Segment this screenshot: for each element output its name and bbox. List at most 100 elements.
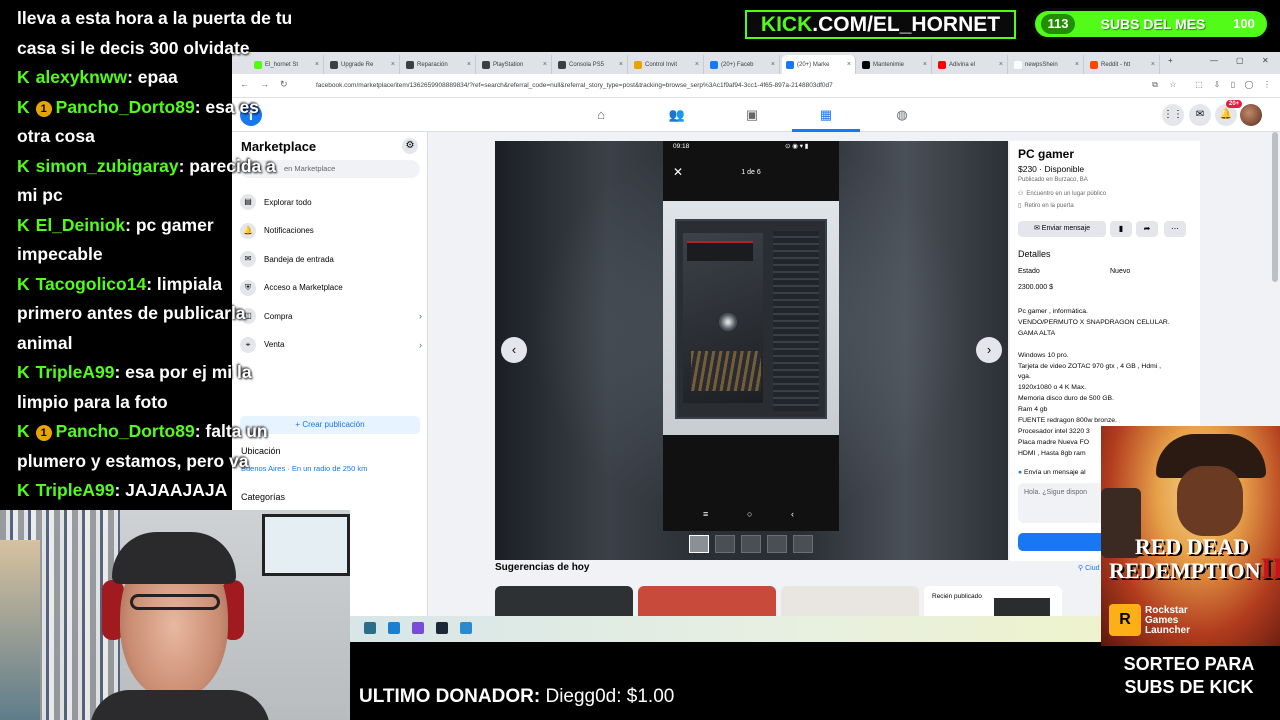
groups-icon[interactable]: ◍: [892, 105, 912, 125]
subs-label: SUBS DEL MES: [1100, 16, 1206, 32]
active-nav-indicator: [792, 129, 860, 132]
video-icon[interactable]: ▣: [742, 105, 762, 125]
tab-close-icon[interactable]: ×: [467, 61, 471, 68]
subs-goal-bar: 113 SUBS DEL MES 100: [1032, 8, 1270, 40]
extensions-icon[interactable]: ⬚: [1194, 80, 1204, 90]
stream-screen: El_hornet St × Upgrade Re × Reparación × PlayS…: [0, 0, 1280, 720]
suggestion-card[interactable]: [638, 586, 776, 616]
browser-tab[interactable]: Reddit - htt ×: [1086, 55, 1160, 74]
next-photo-button[interactable]: ›: [976, 337, 1002, 363]
new-tab-icon[interactable]: +: [1168, 56, 1173, 65]
browser-tab[interactable]: (20+) Marke ×: [782, 55, 856, 74]
browser-tab[interactable]: Mantenimie ×: [858, 55, 932, 74]
marketplace-icon[interactable]: ▦: [816, 105, 836, 125]
home-button-icon: ○: [747, 509, 753, 519]
edge-icon[interactable]: [388, 622, 400, 634]
address-bar: ← → ↻ facebook.com/marketplace/item/1362…: [232, 74, 1280, 98]
friends-icon[interactable]: 👥: [667, 105, 687, 125]
browser-tab[interactable]: PlayStation ×: [478, 55, 552, 74]
message-seller-text: Envía un mensaje al: [1024, 469, 1086, 476]
browser-tab[interactable]: Adivina el ×: [934, 55, 1008, 74]
chat-text: : esa por ej mi la: [114, 362, 252, 382]
tab-close-icon[interactable]: ×: [391, 61, 395, 68]
pc-fan: [719, 313, 737, 331]
more-options-icon[interactable]: ⋯: [1164, 221, 1186, 237]
suggestions-location[interactable]: ⚲ Ciud: [1078, 564, 1099, 572]
tab-close-icon[interactable]: ×: [315, 61, 319, 68]
browser-tab[interactable]: Consola PS5 ×: [554, 55, 628, 74]
tab-favicon-icon: [1090, 60, 1098, 69]
browser-tab[interactable]: (20+) Faceb ×: [706, 55, 780, 74]
home-icon[interactable]: ⌂: [591, 105, 611, 125]
chat-message: otra cosa: [17, 126, 95, 146]
avatar[interactable]: [1240, 104, 1262, 126]
kick-channel-banner: KICK.COM/EL_HORNET: [745, 10, 1016, 39]
thumbnail[interactable]: [767, 535, 787, 553]
tab-label: (20+) Faceb: [721, 61, 754, 68]
tab-label: Reparación: [417, 61, 448, 68]
game-logo: RED DEAD REDEMPTIONII: [1109, 536, 1280, 584]
kick-icon: K: [17, 67, 30, 87]
sidepanel-icon[interactable]: ▯: [1228, 80, 1238, 90]
thumbnail[interactable]: [689, 535, 709, 553]
file-explorer-icon[interactable]: [364, 622, 376, 634]
tab-close-icon[interactable]: ×: [847, 61, 851, 68]
apps-grid-icon[interactable]: ⋮⋮: [1162, 104, 1184, 126]
tab-close-icon[interactable]: ×: [695, 61, 699, 68]
share-icon[interactable]: ➦: [1136, 221, 1158, 237]
messenger-icon[interactable]: ✉: [1189, 104, 1211, 126]
close-window-icon[interactable]: ✕: [1262, 56, 1269, 65]
save-bookmark-icon[interactable]: ▮: [1110, 221, 1132, 237]
background-monitor: [262, 514, 350, 576]
chat-message: Ksimon_zubigaray: parecida a: [17, 156, 276, 177]
discord-icon[interactable]: [412, 622, 424, 634]
chat-message: K TripleA99: esa por ej mi la: [17, 362, 252, 383]
steam-icon[interactable]: [436, 622, 448, 634]
browser-tab[interactable]: Upgrade Re ×: [326, 55, 400, 74]
menu-icon[interactable]: ⋮: [1262, 80, 1272, 90]
suggestion-card[interactable]: [781, 586, 919, 616]
tab-close-icon[interactable]: ×: [771, 61, 775, 68]
meet-label: Encuentro en un lugar público: [1026, 190, 1107, 197]
pickup-label: Retiro en la puerta: [1024, 202, 1074, 209]
browser-tab[interactable]: Reparación ×: [402, 55, 476, 74]
suggestion-card[interactable]: [495, 586, 633, 616]
listing-price: $230 · Disponible: [1018, 164, 1085, 174]
tab-favicon-icon: [710, 60, 718, 69]
bookmark-star-icon[interactable]: ☆: [1168, 80, 1178, 90]
tab-close-icon[interactable]: ×: [543, 61, 547, 68]
minimize-icon[interactable]: —: [1210, 56, 1218, 65]
scrollbar[interactable]: [1272, 132, 1278, 282]
chat-message: mi pc: [17, 185, 63, 205]
chat-message: primero antes de publicarla: [17, 303, 246, 323]
recent-apps-icon: ≡: [703, 509, 709, 519]
state-label: Estado: [1018, 268, 1040, 275]
tab-close-icon[interactable]: ×: [619, 61, 623, 68]
browser-tab[interactable]: Control Invit ×: [630, 55, 704, 74]
app-icon[interactable]: [460, 622, 472, 634]
chevron-right-icon: ›: [419, 339, 422, 350]
tab-favicon-icon: [862, 60, 870, 69]
chevron-right-icon: ›: [419, 311, 422, 321]
url-field[interactable]: facebook.com/marketplace/item/1362659908…: [306, 78, 1126, 94]
browser-tab[interactable]: newpsShein ×: [1010, 55, 1084, 74]
notification-badge: 20+: [1226, 100, 1243, 108]
send-message-button[interactable]: ✉ Enviar mensaje: [1018, 221, 1106, 237]
tab-favicon-icon: [406, 60, 414, 69]
profile-icon[interactable]: ◯: [1244, 80, 1254, 90]
thumbnail[interactable]: [741, 535, 761, 553]
previous-photo-button[interactable]: ‹: [501, 337, 527, 363]
suggestion-card[interactable]: [924, 586, 1062, 616]
tab-close-icon[interactable]: ×: [999, 61, 1003, 68]
install-icon[interactable]: ⧉: [1150, 80, 1160, 90]
download-icon[interactable]: ⇩: [1212, 80, 1222, 90]
tab-close-icon[interactable]: ×: [1151, 61, 1155, 68]
game-subtitle: REDEMPTION: [1109, 558, 1261, 583]
thumbnail[interactable]: [793, 535, 813, 553]
listing-photo: 09:18 ⊙ ◉ ▾ ▮ ✕ 1 de 6 ≡ ○ ‹: [663, 141, 839, 531]
thumbnail[interactable]: [715, 535, 735, 553]
maximize-icon[interactable]: ▢: [1236, 56, 1244, 65]
gear-icon[interactable]: ⚙: [402, 138, 418, 154]
tab-close-icon[interactable]: ×: [923, 61, 927, 68]
tab-close-icon[interactable]: ×: [1075, 61, 1079, 68]
